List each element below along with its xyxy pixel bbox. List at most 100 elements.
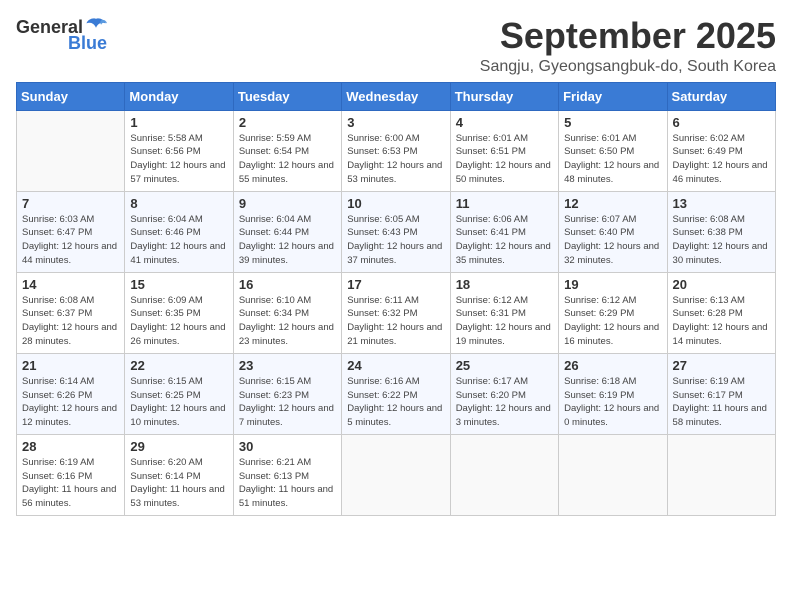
calendar-week-5: 28 Sunrise: 6:19 AMSunset: 6:16 PMDaylig… bbox=[17, 434, 776, 515]
location-title: Sangju, Gyeongsangbuk-do, South Korea bbox=[480, 58, 776, 76]
header-monday: Monday bbox=[125, 82, 233, 110]
calendar-cell: 12 Sunrise: 6:07 AMSunset: 6:40 PMDaylig… bbox=[559, 191, 667, 272]
day-number: 15 bbox=[130, 277, 227, 292]
day-number: 4 bbox=[456, 115, 553, 130]
day-info: Sunrise: 6:08 AMSunset: 6:38 PMDaylight:… bbox=[673, 213, 770, 268]
day-number: 25 bbox=[456, 358, 553, 373]
calendar-week-3: 14 Sunrise: 6:08 AMSunset: 6:37 PMDaylig… bbox=[17, 272, 776, 353]
day-number: 3 bbox=[347, 115, 444, 130]
day-info: Sunrise: 6:04 AMSunset: 6:46 PMDaylight:… bbox=[130, 213, 227, 268]
calendar-cell: 3 Sunrise: 6:00 AMSunset: 6:53 PMDayligh… bbox=[342, 110, 450, 191]
header-wednesday: Wednesday bbox=[342, 82, 450, 110]
calendar-cell: 22 Sunrise: 6:15 AMSunset: 6:25 PMDaylig… bbox=[125, 353, 233, 434]
calendar-cell: 21 Sunrise: 6:14 AMSunset: 6:26 PMDaylig… bbox=[17, 353, 125, 434]
day-info: Sunrise: 6:04 AMSunset: 6:44 PMDaylight:… bbox=[239, 213, 336, 268]
calendar-cell: 30 Sunrise: 6:21 AMSunset: 6:13 PMDaylig… bbox=[233, 434, 341, 515]
day-number: 11 bbox=[456, 196, 553, 211]
day-info: Sunrise: 6:00 AMSunset: 6:53 PMDaylight:… bbox=[347, 132, 444, 187]
day-number: 8 bbox=[130, 196, 227, 211]
header-sunday: Sunday bbox=[17, 82, 125, 110]
day-info: Sunrise: 6:01 AMSunset: 6:51 PMDaylight:… bbox=[456, 132, 553, 187]
calendar-cell: 25 Sunrise: 6:17 AMSunset: 6:20 PMDaylig… bbox=[450, 353, 558, 434]
calendar-cell: 19 Sunrise: 6:12 AMSunset: 6:29 PMDaylig… bbox=[559, 272, 667, 353]
day-number: 12 bbox=[564, 196, 661, 211]
day-info: Sunrise: 6:02 AMSunset: 6:49 PMDaylight:… bbox=[673, 132, 770, 187]
calendar-cell: 24 Sunrise: 6:16 AMSunset: 6:22 PMDaylig… bbox=[342, 353, 450, 434]
calendar-cell: 20 Sunrise: 6:13 AMSunset: 6:28 PMDaylig… bbox=[667, 272, 775, 353]
calendar-cell bbox=[667, 434, 775, 515]
day-info: Sunrise: 6:12 AMSunset: 6:29 PMDaylight:… bbox=[564, 294, 661, 349]
calendar-cell bbox=[342, 434, 450, 515]
day-number: 17 bbox=[347, 277, 444, 292]
day-number: 23 bbox=[239, 358, 336, 373]
day-info: Sunrise: 6:14 AMSunset: 6:26 PMDaylight:… bbox=[22, 375, 119, 430]
calendar-cell: 11 Sunrise: 6:06 AMSunset: 6:41 PMDaylig… bbox=[450, 191, 558, 272]
calendar-cell: 26 Sunrise: 6:18 AMSunset: 6:19 PMDaylig… bbox=[559, 353, 667, 434]
calendar-cell: 16 Sunrise: 6:10 AMSunset: 6:34 PMDaylig… bbox=[233, 272, 341, 353]
calendar-cell bbox=[559, 434, 667, 515]
day-info: Sunrise: 6:21 AMSunset: 6:13 PMDaylight:… bbox=[239, 456, 336, 511]
logo-blue: Blue bbox=[68, 34, 107, 52]
day-number: 28 bbox=[22, 439, 119, 454]
calendar-cell: 9 Sunrise: 6:04 AMSunset: 6:44 PMDayligh… bbox=[233, 191, 341, 272]
day-info: Sunrise: 6:09 AMSunset: 6:35 PMDaylight:… bbox=[130, 294, 227, 349]
day-number: 2 bbox=[239, 115, 336, 130]
day-number: 9 bbox=[239, 196, 336, 211]
day-info: Sunrise: 6:03 AMSunset: 6:47 PMDaylight:… bbox=[22, 213, 119, 268]
calendar-cell: 29 Sunrise: 6:20 AMSunset: 6:14 PMDaylig… bbox=[125, 434, 233, 515]
day-number: 6 bbox=[673, 115, 770, 130]
day-info: Sunrise: 6:13 AMSunset: 6:28 PMDaylight:… bbox=[673, 294, 770, 349]
logo: General Blue bbox=[16, 16, 107, 52]
calendar-cell: 2 Sunrise: 5:59 AMSunset: 6:54 PMDayligh… bbox=[233, 110, 341, 191]
day-info: Sunrise: 6:15 AMSunset: 6:23 PMDaylight:… bbox=[239, 375, 336, 430]
day-info: Sunrise: 6:06 AMSunset: 6:41 PMDaylight:… bbox=[456, 213, 553, 268]
day-info: Sunrise: 6:12 AMSunset: 6:31 PMDaylight:… bbox=[456, 294, 553, 349]
calendar-cell: 15 Sunrise: 6:09 AMSunset: 6:35 PMDaylig… bbox=[125, 272, 233, 353]
calendar-cell: 18 Sunrise: 6:12 AMSunset: 6:31 PMDaylig… bbox=[450, 272, 558, 353]
day-info: Sunrise: 6:17 AMSunset: 6:20 PMDaylight:… bbox=[456, 375, 553, 430]
calendar-cell: 10 Sunrise: 6:05 AMSunset: 6:43 PMDaylig… bbox=[342, 191, 450, 272]
header-tuesday: Tuesday bbox=[233, 82, 341, 110]
month-title: September 2025 bbox=[480, 16, 776, 56]
day-info: Sunrise: 6:07 AMSunset: 6:40 PMDaylight:… bbox=[564, 213, 661, 268]
day-number: 7 bbox=[22, 196, 119, 211]
day-info: Sunrise: 6:19 AMSunset: 6:17 PMDaylight:… bbox=[673, 375, 770, 430]
day-info: Sunrise: 6:19 AMSunset: 6:16 PMDaylight:… bbox=[22, 456, 119, 511]
header-thursday: Thursday bbox=[450, 82, 558, 110]
day-info: Sunrise: 5:58 AMSunset: 6:56 PMDaylight:… bbox=[130, 132, 227, 187]
calendar-cell: 6 Sunrise: 6:02 AMSunset: 6:49 PMDayligh… bbox=[667, 110, 775, 191]
calendar-cell: 1 Sunrise: 5:58 AMSunset: 6:56 PMDayligh… bbox=[125, 110, 233, 191]
calendar-cell: 7 Sunrise: 6:03 AMSunset: 6:47 PMDayligh… bbox=[17, 191, 125, 272]
day-info: Sunrise: 6:18 AMSunset: 6:19 PMDaylight:… bbox=[564, 375, 661, 430]
calendar-cell bbox=[450, 434, 558, 515]
day-number: 21 bbox=[22, 358, 119, 373]
day-info: Sunrise: 6:15 AMSunset: 6:25 PMDaylight:… bbox=[130, 375, 227, 430]
calendar-cell: 14 Sunrise: 6:08 AMSunset: 6:37 PMDaylig… bbox=[17, 272, 125, 353]
calendar-cell bbox=[17, 110, 125, 191]
day-info: Sunrise: 6:20 AMSunset: 6:14 PMDaylight:… bbox=[130, 456, 227, 511]
calendar-cell: 27 Sunrise: 6:19 AMSunset: 6:17 PMDaylig… bbox=[667, 353, 775, 434]
page-header: General Blue September 2025 Sangju, Gyeo… bbox=[16, 16, 776, 76]
day-info: Sunrise: 5:59 AMSunset: 6:54 PMDaylight:… bbox=[239, 132, 336, 187]
day-number: 16 bbox=[239, 277, 336, 292]
header-friday: Friday bbox=[559, 82, 667, 110]
calendar-cell: 17 Sunrise: 6:11 AMSunset: 6:32 PMDaylig… bbox=[342, 272, 450, 353]
day-number: 24 bbox=[347, 358, 444, 373]
calendar-cell: 23 Sunrise: 6:15 AMSunset: 6:23 PMDaylig… bbox=[233, 353, 341, 434]
day-number: 26 bbox=[564, 358, 661, 373]
day-info: Sunrise: 6:10 AMSunset: 6:34 PMDaylight:… bbox=[239, 294, 336, 349]
day-number: 22 bbox=[130, 358, 227, 373]
calendar-cell: 5 Sunrise: 6:01 AMSunset: 6:50 PMDayligh… bbox=[559, 110, 667, 191]
day-number: 18 bbox=[456, 277, 553, 292]
calendar-header-row: SundayMondayTuesdayWednesdayThursdayFrid… bbox=[17, 82, 776, 110]
day-info: Sunrise: 6:11 AMSunset: 6:32 PMDaylight:… bbox=[347, 294, 444, 349]
calendar-week-1: 1 Sunrise: 5:58 AMSunset: 6:56 PMDayligh… bbox=[17, 110, 776, 191]
day-number: 20 bbox=[673, 277, 770, 292]
calendar-week-4: 21 Sunrise: 6:14 AMSunset: 6:26 PMDaylig… bbox=[17, 353, 776, 434]
day-number: 5 bbox=[564, 115, 661, 130]
day-info: Sunrise: 6:16 AMSunset: 6:22 PMDaylight:… bbox=[347, 375, 444, 430]
day-number: 29 bbox=[130, 439, 227, 454]
day-number: 19 bbox=[564, 277, 661, 292]
title-section: September 2025 Sangju, Gyeongsangbuk-do,… bbox=[480, 16, 776, 76]
calendar-cell: 4 Sunrise: 6:01 AMSunset: 6:51 PMDayligh… bbox=[450, 110, 558, 191]
